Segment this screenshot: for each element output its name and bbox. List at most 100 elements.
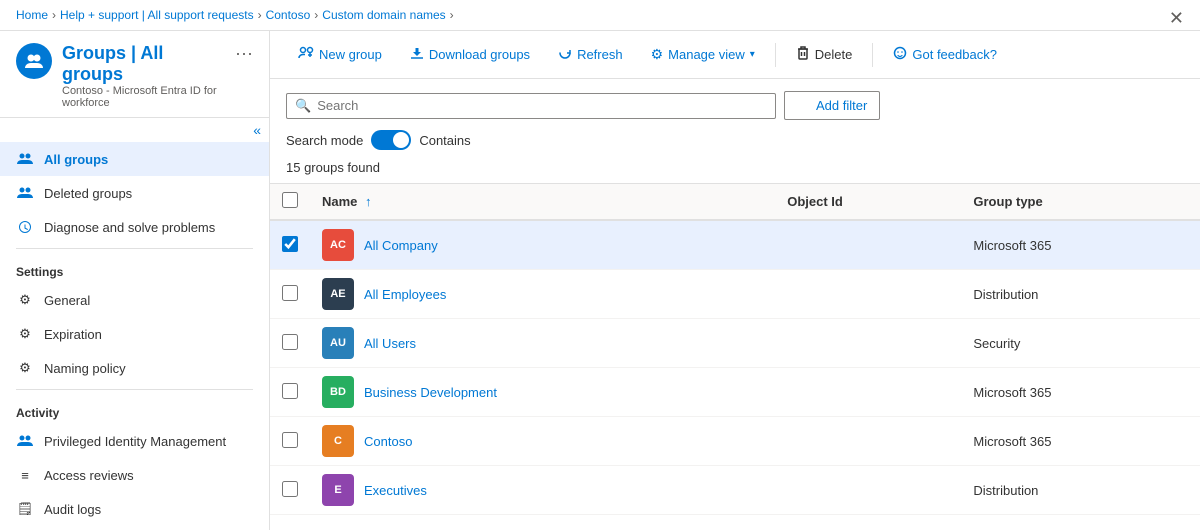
- select-all-checkbox[interactable]: [282, 192, 298, 208]
- more-options-icon[interactable]: ···: [235, 43, 253, 64]
- group-name-link[interactable]: Contoso: [364, 434, 412, 449]
- breadcrumb-contoso[interactable]: Contoso: [266, 8, 311, 22]
- delete-label: Delete: [815, 47, 853, 62]
- page-title: Groups | All groups: [62, 43, 225, 85]
- sidebar-item-access-reviews[interactable]: ≡ Access reviews: [0, 458, 269, 492]
- chevron-down-icon: ▾: [750, 49, 755, 60]
- groups-table-container: Name ↑ Object Id Group type ACAl: [270, 183, 1200, 530]
- breadcrumb-home[interactable]: Home: [16, 8, 48, 22]
- select-all-header[interactable]: [270, 184, 310, 220]
- sidebar-item-label-general: General: [44, 293, 90, 308]
- add-filter-label: Add filter: [816, 98, 867, 113]
- group-avatar: C: [322, 425, 354, 457]
- sidebar-item-label-expiration: Expiration: [44, 327, 102, 342]
- sidebar-item-naming-policy[interactable]: ⚙ Naming policy: [0, 351, 269, 385]
- sidebar-item-label-deleted-groups: Deleted groups: [44, 186, 132, 201]
- add-filter-button[interactable]: Add filter: [784, 91, 880, 120]
- sidebar-header: Groups | All groups Contoso - Microsoft …: [0, 31, 269, 118]
- row-checkbox[interactable]: [282, 432, 298, 448]
- name-column-header[interactable]: Name ↑: [310, 184, 775, 220]
- table-row: AEAll EmployeesDistribution: [270, 270, 1200, 319]
- sidebar-item-label-diagnose: Diagnose and solve problems: [44, 220, 215, 235]
- new-group-icon: [298, 45, 314, 64]
- sidebar-item-all-groups[interactable]: All groups: [0, 142, 269, 176]
- sidebar-item-pim[interactable]: Privileged Identity Management: [0, 424, 269, 458]
- group-name-link[interactable]: All Employees: [364, 287, 446, 302]
- group-name-cell: AU All Users: [322, 327, 763, 359]
- sidebar-item-general[interactable]: ⚙ General: [0, 283, 269, 317]
- row-checkbox[interactable]: [282, 383, 298, 399]
- breadcrumb-support[interactable]: Help + support | All support requests: [60, 8, 254, 22]
- sidebar-controls: «: [0, 118, 269, 142]
- table-row: AU All Users Security: [270, 319, 1200, 368]
- feedback-button[interactable]: Got feedback?: [881, 40, 1009, 69]
- sidebar-nav: All groups Deleted groups: [0, 142, 269, 244]
- group-avatar: AU: [322, 327, 354, 359]
- object-id-cell: [775, 417, 961, 466]
- refresh-icon: [558, 46, 572, 63]
- sidebar-item-label-naming-policy: Naming policy: [44, 361, 126, 376]
- group-name-cell: ACAll Company: [322, 229, 763, 261]
- naming-policy-icon: ⚙: [16, 359, 34, 377]
- group-name-link[interactable]: Executives: [364, 483, 427, 498]
- sort-icon: ↑: [365, 194, 372, 209]
- collapse-icon[interactable]: «: [253, 122, 261, 138]
- new-group-label: New group: [319, 47, 382, 62]
- breadcrumb-custom-domain[interactable]: Custom domain names: [322, 8, 445, 22]
- expiration-icon: ⚙: [16, 325, 34, 343]
- object-id-cell: [775, 466, 961, 515]
- refresh-button[interactable]: Refresh: [546, 40, 635, 69]
- search-mode-value: Contains: [419, 133, 470, 148]
- object-id-cell: [775, 319, 961, 368]
- search-mode-toggle[interactable]: [371, 130, 411, 150]
- groups-count: 15 groups found: [270, 156, 1200, 183]
- group-type-cell: Microsoft 365: [961, 368, 1200, 417]
- sidebar-item-label-pim: Privileged Identity Management: [44, 434, 226, 449]
- all-groups-icon: [16, 150, 34, 168]
- group-name-cell: AEAll Employees: [322, 278, 763, 310]
- deleted-groups-icon: [16, 184, 34, 202]
- general-icon: ⚙: [16, 291, 34, 309]
- download-groups-label: Download groups: [429, 47, 530, 62]
- delete-button[interactable]: Delete: [784, 40, 865, 69]
- toolbar-separator-1: [775, 43, 776, 67]
- group-type-column-header[interactable]: Group type: [961, 184, 1200, 220]
- object-id-column-header[interactable]: Object Id: [775, 184, 961, 220]
- toolbar: New group Download groups: [270, 31, 1200, 79]
- download-groups-button[interactable]: Download groups: [398, 40, 542, 69]
- search-mode-bar: Search mode Contains: [270, 124, 1200, 156]
- sidebar-item-expiration[interactable]: ⚙ Expiration: [0, 317, 269, 351]
- group-name-cell: EExecutives: [322, 474, 763, 506]
- manage-view-button[interactable]: ⚙ Manage view ▾: [639, 40, 767, 69]
- page-subtitle: Contoso - Microsoft Entra ID for workfor…: [62, 85, 225, 109]
- group-name-link[interactable]: All Company: [364, 238, 438, 253]
- group-type-cell: Security: [961, 319, 1200, 368]
- row-checkbox[interactable]: [282, 481, 298, 497]
- sidebar-divider-2: [16, 389, 253, 390]
- row-checkbox[interactable]: [282, 285, 298, 301]
- group-name-cell: C Contoso: [322, 425, 763, 457]
- row-checkbox[interactable]: [282, 334, 298, 350]
- search-input[interactable]: [317, 98, 767, 113]
- download-icon: [410, 46, 424, 63]
- sidebar-item-audit-logs[interactable]: 🗒 Audit logs: [0, 492, 269, 526]
- sidebar-item-deleted-groups[interactable]: Deleted groups: [0, 176, 269, 210]
- group-type-cell: Microsoft 365: [961, 417, 1200, 466]
- object-id-cell: [775, 220, 961, 270]
- feedback-icon: [893, 46, 907, 63]
- manage-view-icon: ⚙: [651, 46, 664, 63]
- close-button[interactable]: ✕: [1169, 8, 1184, 29]
- access-reviews-icon: ≡: [16, 466, 34, 484]
- sidebar-item-bulk-ops[interactable]: Bulk operation results: [0, 526, 269, 530]
- search-box[interactable]: 🔍: [286, 93, 776, 119]
- refresh-label: Refresh: [577, 47, 623, 62]
- group-name-link[interactable]: Business Development: [364, 385, 497, 400]
- new-group-button[interactable]: New group: [286, 39, 394, 70]
- sidebar-item-diagnose[interactable]: Diagnose and solve problems: [0, 210, 269, 244]
- row-checkbox[interactable]: [282, 236, 298, 252]
- content-area: New group Download groups: [270, 31, 1200, 530]
- settings-section-label: Settings: [0, 253, 269, 283]
- audit-logs-icon: 🗒: [16, 500, 34, 518]
- search-mode-label: Search mode: [286, 133, 363, 148]
- group-name-link[interactable]: All Users: [364, 336, 416, 351]
